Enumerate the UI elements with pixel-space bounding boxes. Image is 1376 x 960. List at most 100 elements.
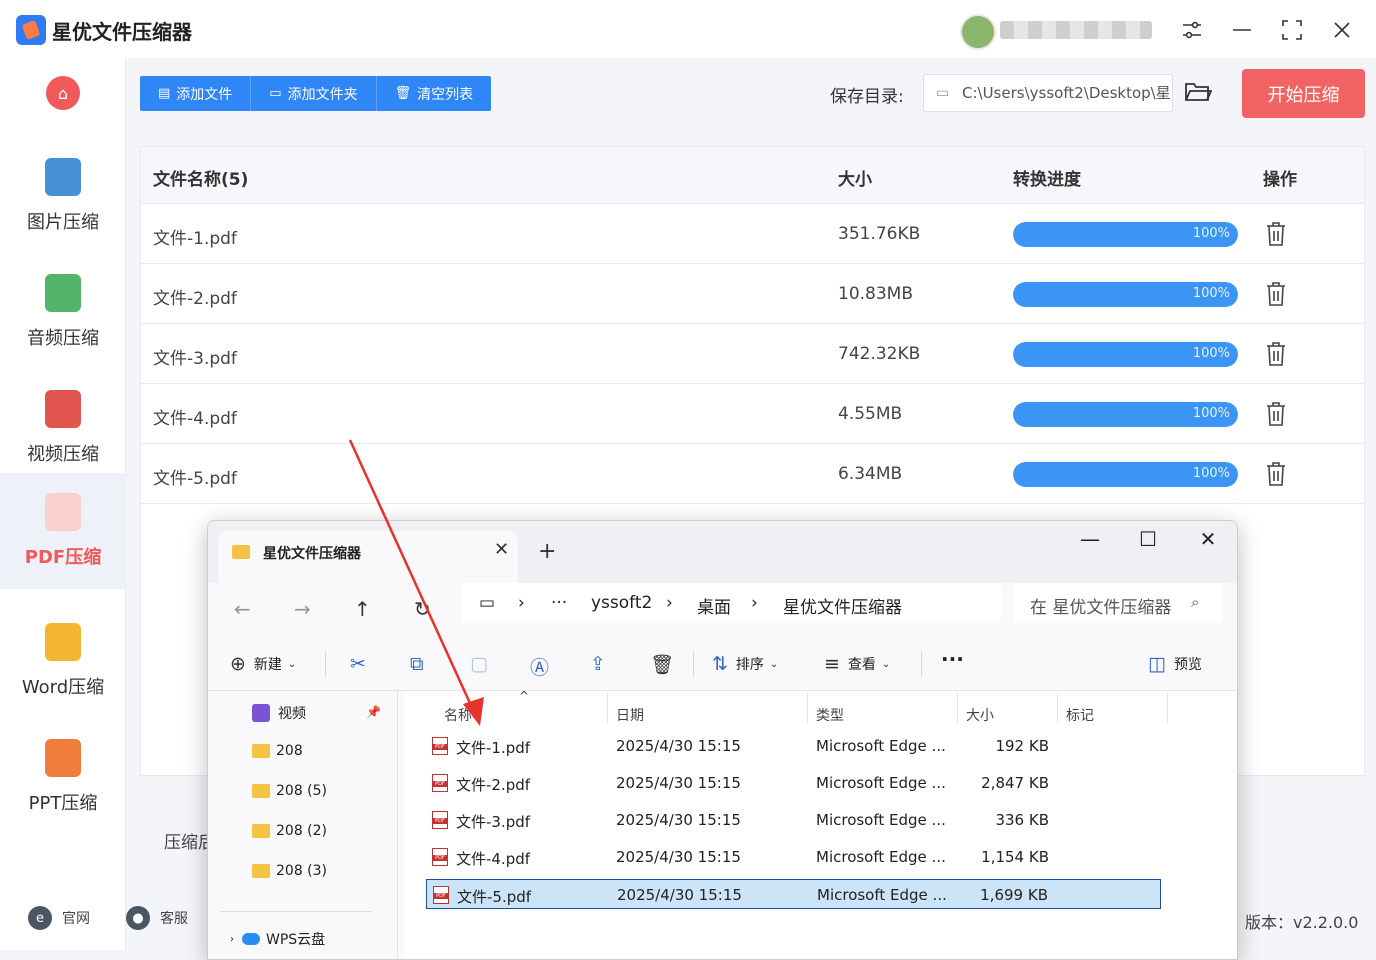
address-bar[interactable]: ▭ › ··· yssoft2 › 桌面 › 星优文件压缩器 (461, 583, 1001, 623)
file-size-cell: 4.55MB (838, 404, 903, 424)
view-button[interactable]: ≡ 查看 ⌄ (824, 653, 890, 675)
more-options-icon[interactable]: ··· (941, 647, 964, 671)
column-header-name[interactable]: 名称 (444, 705, 472, 725)
file-toolbar: ▤ 添加文件 ▭ 添加文件夹 🗑 清空列表 (140, 76, 492, 111)
preview-pane-icon: ◫ (1148, 653, 1166, 675)
chevron-down-icon: ⌄ (881, 658, 891, 670)
user-avatar[interactable] (960, 14, 996, 50)
paste-icon[interactable]: ▢ (470, 653, 496, 675)
close-icon[interactable] (1326, 14, 1358, 46)
computer-icon: ▭ (479, 593, 496, 613)
chevron-right-icon: › (751, 593, 758, 613)
file-size-cell: 742.32KB (838, 344, 921, 364)
search-placeholder: 在 星优文件压缩器 (1030, 598, 1172, 618)
home-icon[interactable]: ⌂ (46, 76, 80, 110)
file-explorer-window: 星优文件压缩器 ✕ + — ☐ ✕ ← → ↑ ↻ ▭ › ··· yssoft… (207, 520, 1238, 960)
file-list-item[interactable]: 文件-1.pdf 2025/4/30 15:15 Microsoft Edge ..… (426, 731, 1161, 761)
column-header-size[interactable]: 大小 (966, 705, 994, 725)
support-link[interactable]: ● 客服 (126, 906, 188, 930)
file-date: 2025/4/30 15:15 (616, 811, 741, 829)
table-header: 文件名称(5) 大小 转换进度 操作 (141, 147, 1364, 204)
nav-item-folder[interactable]: 208 (5) (252, 783, 327, 799)
breadcrumb-item[interactable]: yssoft2 (591, 593, 652, 613)
up-icon[interactable]: ↑ (354, 597, 371, 621)
nav-item-wps-cloud[interactable]: › WPS云盘 (230, 929, 325, 949)
preview-button[interactable]: ◫ 预览 (1148, 653, 1202, 675)
more-path-icon[interactable]: ··· (551, 593, 567, 613)
delete-row-icon[interactable] (1265, 401, 1287, 427)
add-file-button[interactable]: ▤ 添加文件 (140, 76, 252, 111)
folder-icon (252, 744, 270, 758)
folder-icon: ▭ (269, 86, 282, 101)
delete-row-icon[interactable] (1265, 221, 1287, 247)
minimize-icon[interactable]: — (1070, 527, 1110, 551)
delete-row-icon[interactable] (1265, 461, 1287, 487)
website-label: 官网 (62, 911, 90, 927)
refresh-icon[interactable]: ↻ (414, 597, 431, 621)
nav-item-folder[interactable]: 208 (252, 743, 303, 759)
nav-item-video[interactable]: 视频 (252, 703, 306, 723)
breadcrumb-item[interactable]: 桌面 (697, 593, 731, 618)
pin-icon[interactable]: 📌 (366, 705, 381, 719)
chat-icon: ● (126, 906, 150, 930)
sidebar-item-audio[interactable]: 音频压缩 (0, 254, 126, 370)
delete-icon[interactable]: 🗑 (650, 653, 682, 676)
file-name: 文件-4.pdf (456, 850, 531, 868)
minimize-icon[interactable] (1226, 14, 1258, 46)
new-button[interactable]: ⊕ 新建 ⌄ (230, 653, 296, 675)
column-header-type[interactable]: 类型 (816, 705, 844, 725)
explorer-tab[interactable]: 星优文件压缩器 ✕ (218, 531, 518, 583)
rename-icon[interactable]: Ⓐ (530, 653, 557, 680)
new-tab-icon[interactable]: + (538, 539, 556, 564)
copy-icon[interactable]: ⧉ (410, 653, 432, 675)
search-box[interactable]: 在 星优文件压缩器 ⌕ (1013, 583, 1223, 623)
file-list-item[interactable]: 文件-3.pdf 2025/4/30 15:15 Microsoft Edge ..… (426, 805, 1161, 835)
website-link[interactable]: e 官网 (28, 906, 90, 930)
settings-sliders-icon[interactable] (1176, 14, 1208, 46)
maximize-icon[interactable] (1276, 14, 1308, 46)
back-icon[interactable]: ← (234, 597, 251, 621)
maximize-icon[interactable]: ☐ (1128, 527, 1168, 551)
file-size: 1,699 KB (980, 886, 1048, 904)
progress-bar: 100% (1013, 342, 1238, 367)
add-folder-button[interactable]: ▭ 添加文件夹 (251, 76, 377, 111)
progress-bar: 100% (1013, 462, 1238, 487)
forward-icon[interactable]: → (294, 597, 311, 621)
close-icon[interactable]: ✕ (1188, 527, 1228, 551)
file-list-item[interactable]: 文件-2.pdf 2025/4/30 15:15 Microsoft Edge ..… (426, 768, 1161, 798)
sidebar-item-ppt[interactable]: PPT压缩 (0, 719, 126, 835)
delete-row-icon[interactable] (1265, 281, 1287, 307)
sidebar-item-image[interactable]: 图片压缩 (0, 138, 126, 254)
column-header-date[interactable]: 日期 (616, 705, 644, 725)
table-row: 文件-1.pdf 351.76KB 100% (141, 204, 1364, 264)
browse-folder-icon[interactable] (1184, 80, 1213, 106)
divider (325, 651, 326, 677)
explorer-nav-bar: ← → ↑ ↻ ▭ › ··· yssoft2 › 桌面 › 星优文件压缩器 在… (208, 583, 1237, 637)
sidebar-item-pdf[interactable]: PDF压缩 (0, 473, 126, 589)
clear-list-button[interactable]: 🗑 清空列表 (377, 76, 492, 111)
cut-icon[interactable]: ✂ (350, 653, 374, 675)
sort-icon: ⇅ (712, 653, 728, 675)
user-name-blurred (1000, 21, 1152, 39)
file-name: 文件-5.pdf (457, 888, 532, 906)
explorer-command-bar: ⊕ 新建 ⌄ ✂ ⧉ ▢ Ⓐ ⇪ 🗑 ⇅ 排序 ⌄ ≡ 查看 ⌄ ··· ◫ 预览 (208, 637, 1237, 691)
start-compress-button[interactable]: 开始压缩 (1242, 69, 1365, 118)
column-header-tag[interactable]: 标记 (1066, 705, 1094, 725)
sort-button[interactable]: ⇅ 排序 ⌄ (712, 653, 778, 675)
progress-text: 100% (1192, 286, 1230, 301)
image-icon (45, 158, 81, 196)
file-name-cell: 文件-2.pdf (153, 289, 237, 309)
file-list-item[interactable]: 文件-4.pdf 2025/4/30 15:15 Microsoft Edge ..… (426, 842, 1161, 872)
file-list-item[interactable]: 文件-5.pdf 2025/4/30 15:15 Microsoft Edge ..… (426, 879, 1161, 909)
nav-item-folder[interactable]: 208 (2) (252, 823, 327, 839)
nav-item-folder[interactable]: 208 (3) (252, 863, 327, 879)
delete-row-icon[interactable] (1265, 341, 1287, 367)
sidebar-item-video[interactable]: 视频压缩 (0, 370, 126, 486)
share-icon[interactable]: ⇪ (590, 653, 614, 675)
tab-close-icon[interactable]: ✕ (494, 539, 509, 560)
file-name-cell: 文件-1.pdf (153, 229, 237, 249)
sidebar-item-word[interactable]: Word压缩 (0, 603, 126, 719)
save-path-input[interactable]: ▭ C:\Users\yssoft2\Desktop\星 (923, 74, 1173, 112)
file-list: 名称 ^ 日期 类型 大小 标记 文件-1.pdf 2025/4/30 15:15… (404, 689, 1237, 959)
breadcrumb-item[interactable]: 星优文件压缩器 (783, 593, 902, 618)
